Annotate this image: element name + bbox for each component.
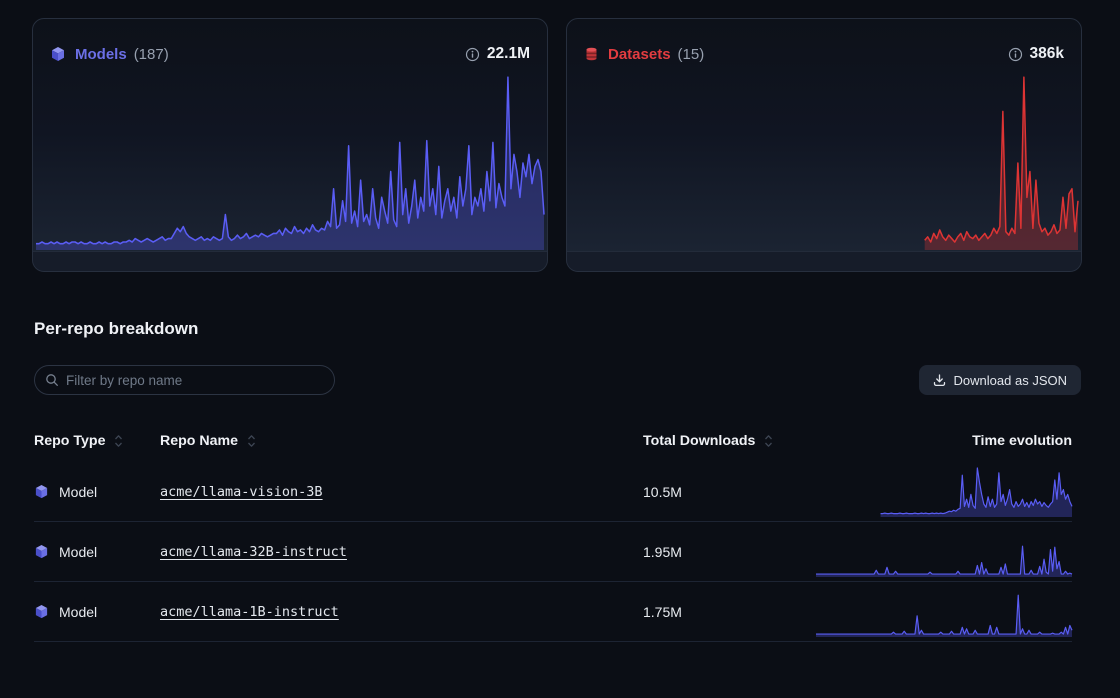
- repo-type-label: Model: [59, 604, 97, 620]
- models-chart[interactable]: [36, 75, 544, 251]
- download-icon: [933, 374, 946, 387]
- search-icon: [45, 373, 59, 387]
- table-row: Model acme/llama-1B-instruct 1.75M: [34, 582, 1072, 642]
- repo-name-cell: acme/llama-1B-instruct: [160, 603, 643, 621]
- total-downloads-cell: 10.5M: [643, 484, 816, 500]
- repo-type-cell: Model: [34, 484, 160, 500]
- sort-chevrons-icon: [764, 434, 773, 448]
- download-json-button[interactable]: Download as JSON: [919, 365, 1081, 395]
- models-card-header: Models (187) 22.1M: [33, 19, 547, 75]
- datasets-card-count: (15): [678, 46, 705, 63]
- table-header-row: Repo Type Repo Name Total Downloads: [34, 420, 1072, 462]
- sort-chevrons-icon: [247, 434, 256, 448]
- time-evolution-sparkline[interactable]: [816, 462, 1072, 521]
- sort-chevrons-icon: [114, 434, 123, 448]
- datasets-card-footer: [567, 251, 1081, 271]
- models-card-count: (187): [134, 46, 169, 63]
- download-json-label: Download as JSON: [954, 373, 1067, 388]
- repo-type-cell: Model: [34, 604, 160, 620]
- column-header-repo-type[interactable]: Repo Type: [34, 433, 160, 449]
- datasets-chart[interactable]: [570, 75, 1078, 251]
- per-repo-table: Repo Type Repo Name Total Downloads: [34, 420, 1072, 642]
- summary-cards: Models (187) 22.1M: [32, 18, 1082, 272]
- cube-icon: [50, 46, 66, 62]
- info-icon[interactable]: [1008, 47, 1023, 62]
- column-header-total-downloads[interactable]: Total Downloads: [643, 433, 816, 449]
- models-card: Models (187) 22.1M: [32, 18, 548, 272]
- datasets-card: Datasets (15) 386k: [566, 18, 1082, 272]
- total-downloads-cell: 1.75M: [643, 604, 816, 620]
- datasets-total-downloads: 386k: [1030, 45, 1064, 63]
- repo-name-link[interactable]: acme/llama-vision-3B: [160, 484, 323, 500]
- models-card-label: Models: [75, 46, 127, 63]
- table-row: Model acme/llama-vision-3B 10.5M: [34, 462, 1072, 522]
- models-card-footer: [33, 251, 547, 271]
- repo-filter-input[interactable]: [34, 365, 335, 395]
- column-header-repo-name[interactable]: Repo Name: [160, 433, 643, 449]
- table-row: Model acme/llama-32B-instruct 1.95M: [34, 522, 1072, 582]
- datasets-card-header: Datasets (15) 386k: [567, 19, 1081, 75]
- repo-filter: [34, 365, 335, 395]
- repo-name-cell: acme/llama-vision-3B: [160, 483, 643, 501]
- repo-name-link[interactable]: acme/llama-1B-instruct: [160, 604, 339, 620]
- column-label: Repo Type: [34, 433, 105, 449]
- time-evolution-sparkline[interactable]: [816, 522, 1072, 581]
- repo-type-label: Model: [59, 544, 97, 560]
- column-label: Time evolution: [972, 433, 1072, 449]
- info-icon[interactable]: [465, 47, 480, 62]
- repo-name-cell: acme/llama-32B-instruct: [160, 543, 643, 561]
- database-icon: [584, 46, 599, 62]
- repo-type-cell: Model: [34, 544, 160, 560]
- column-label: Repo Name: [160, 433, 238, 449]
- time-evolution-sparkline[interactable]: [816, 582, 1072, 641]
- repo-type-label: Model: [59, 484, 97, 500]
- total-downloads-cell: 1.95M: [643, 544, 816, 560]
- cube-icon: [34, 544, 49, 559]
- table-toolbar: Download as JSON: [34, 365, 1081, 395]
- column-header-time-evolution: Time evolution: [816, 433, 1072, 449]
- models-total-downloads: 22.1M: [487, 45, 530, 63]
- column-label: Total Downloads: [643, 433, 755, 449]
- cube-icon: [34, 604, 49, 619]
- cube-icon: [34, 484, 49, 499]
- repo-name-link[interactable]: acme/llama-32B-instruct: [160, 544, 347, 560]
- datasets-card-label: Datasets: [608, 46, 671, 63]
- section-title: Per-repo breakdown: [34, 319, 1120, 339]
